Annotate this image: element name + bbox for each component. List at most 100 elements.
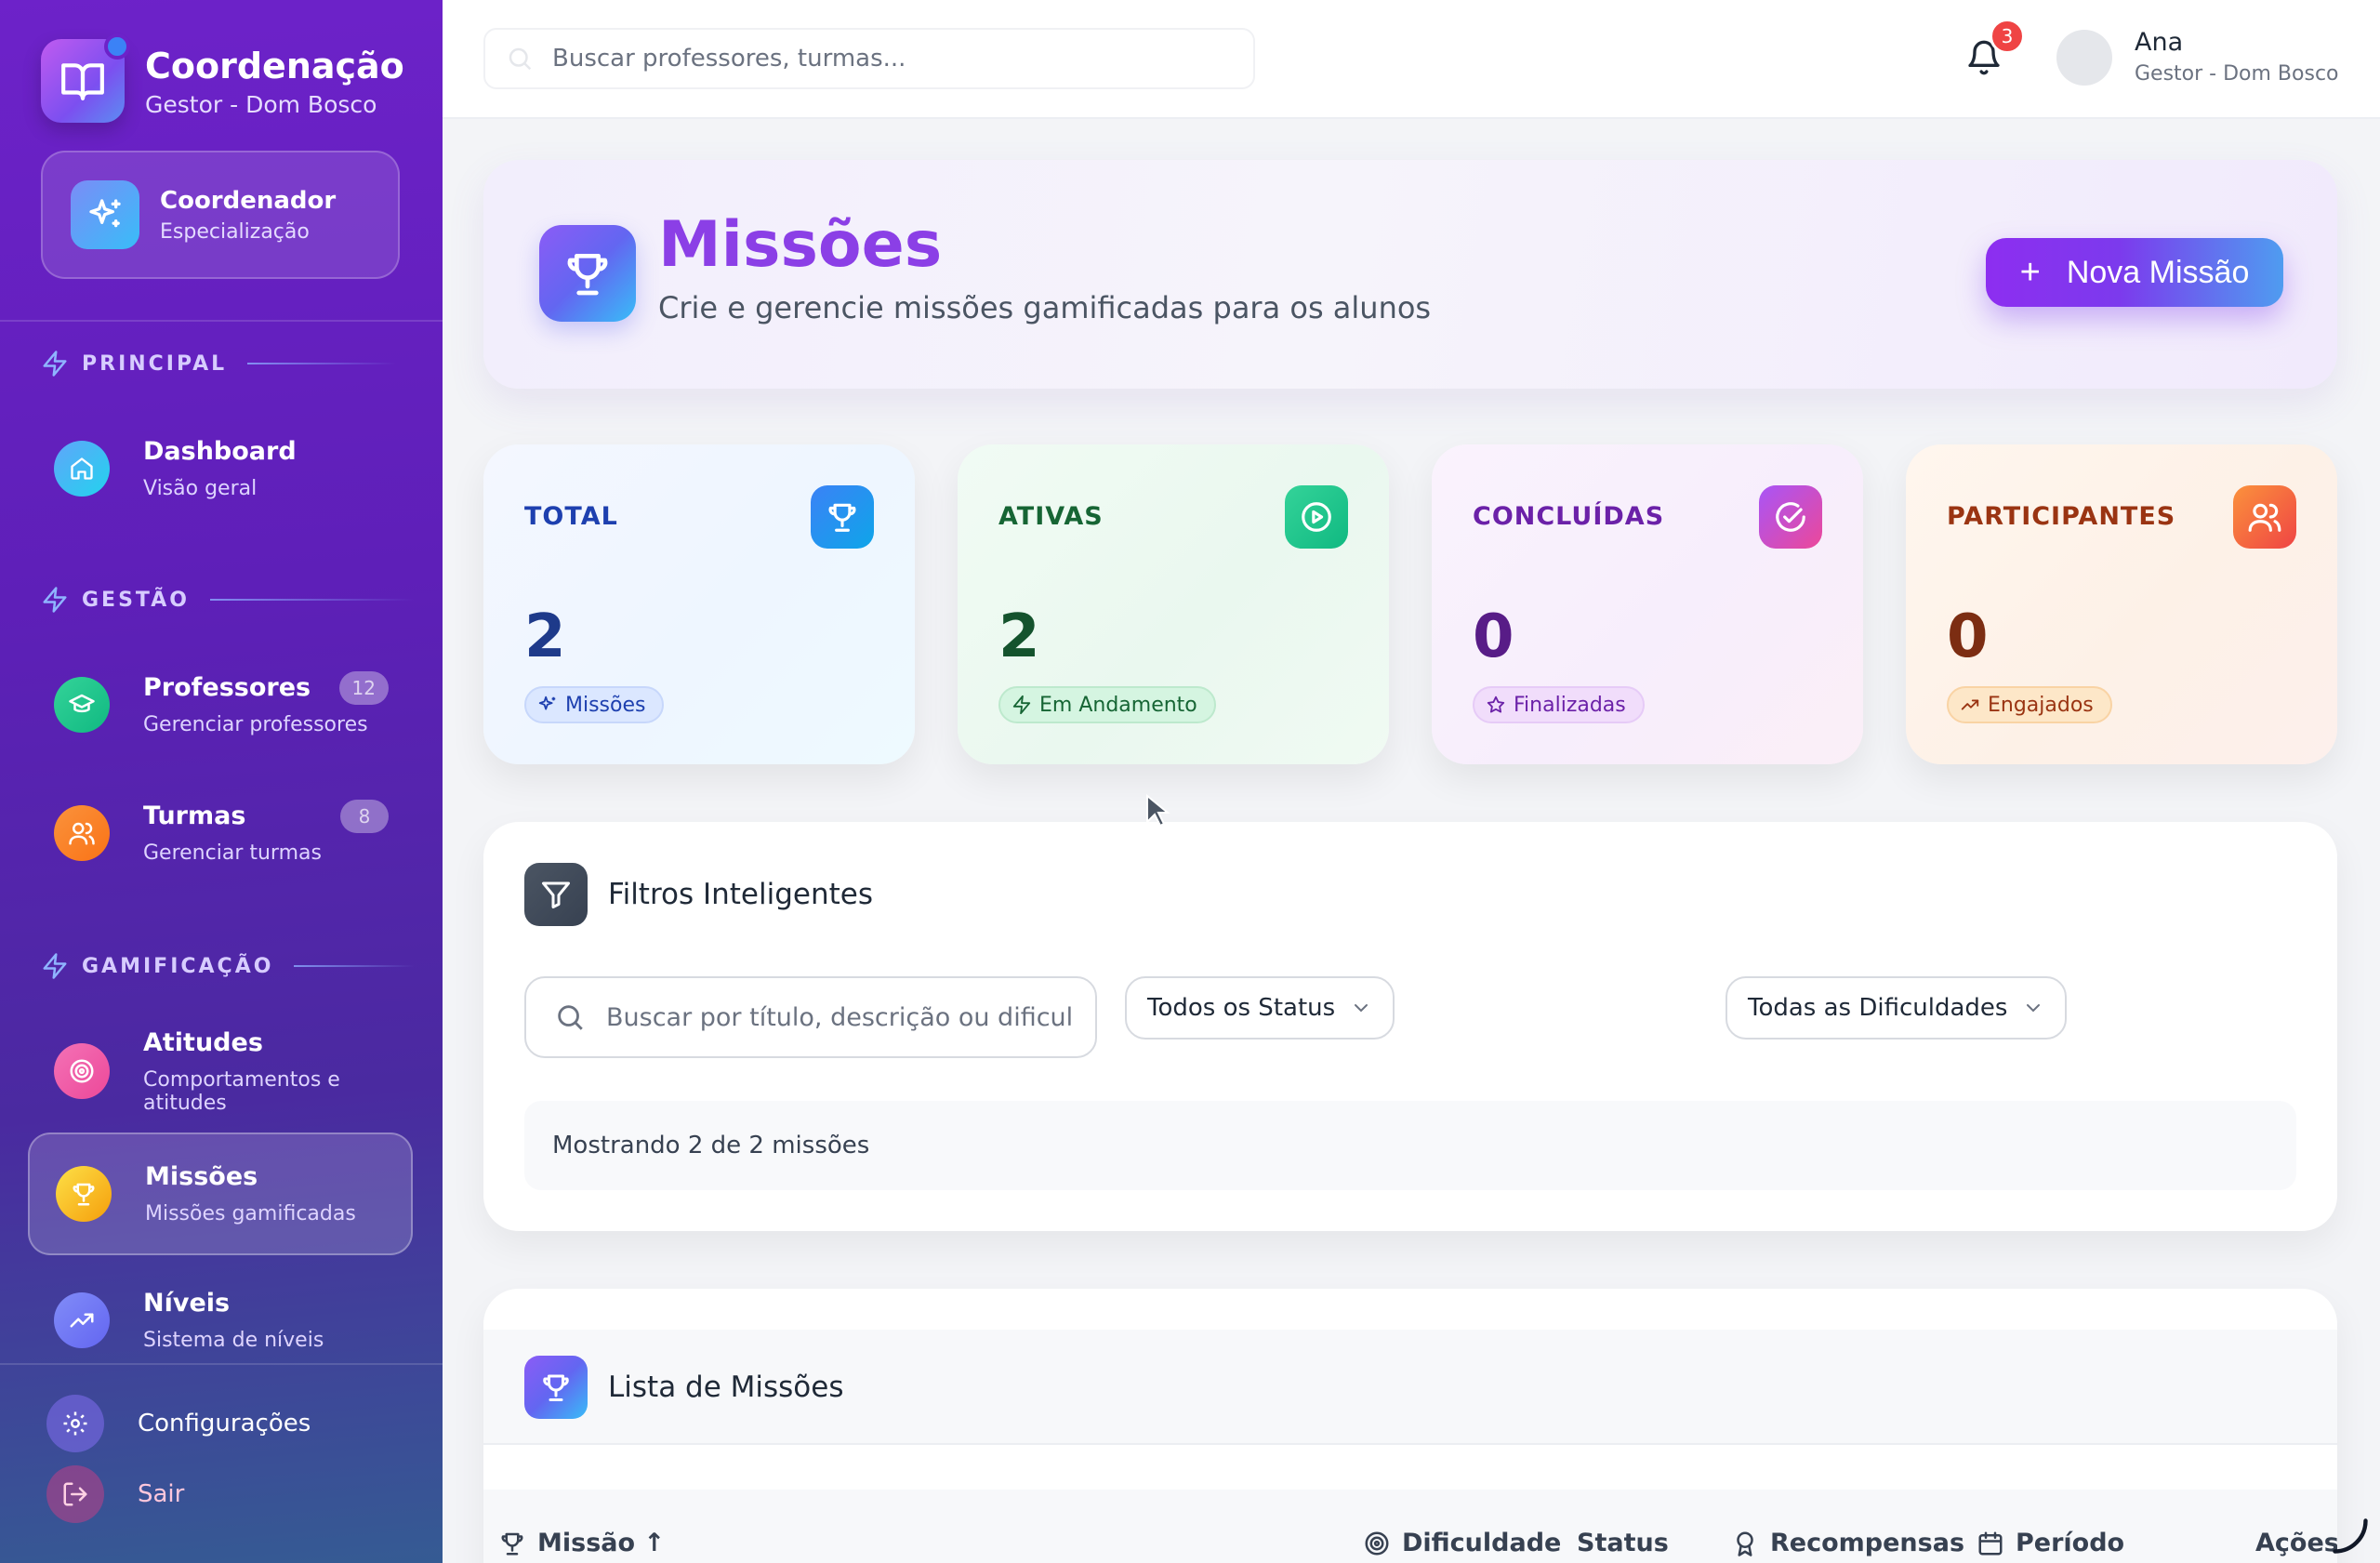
stat-card-ativas: ATIVAS 2 Em Andamento	[958, 444, 1389, 764]
role-subtitle: Especialização	[160, 219, 310, 244]
new-mission-label: Nova Missão	[2066, 254, 2250, 290]
column-header-status[interactable]: Status	[1577, 1529, 1669, 1557]
column-header-difficulty[interactable]: Dificuldade	[1363, 1529, 1561, 1557]
settings-button[interactable]: Configurações	[46, 1395, 311, 1452]
sidebar-item-label: Missões	[145, 1162, 258, 1191]
sidebar-item-sublabel: Visão geral	[143, 477, 258, 500]
stat-pill-label: Missões	[565, 693, 646, 717]
sidebar-item-sublabel: Comportamentos e atitudes	[143, 1067, 340, 1115]
zap-icon	[1012, 695, 1031, 715]
trophy-icon	[56, 1166, 112, 1222]
difficulty-select[interactable]: Todas as Dificuldades	[1726, 976, 2068, 1040]
column-label: Dificuldade	[1402, 1529, 1562, 1557]
section-label-text: PRINCIPAL	[82, 351, 228, 376]
column-header-mission[interactable]: Missão ↑	[498, 1529, 665, 1557]
search-input[interactable]	[552, 45, 1203, 73]
sidebar-item-atitudes[interactable]: Atitudes Comportamentos e atitudes	[28, 1010, 413, 1133]
column-label: Ações	[2255, 1529, 2337, 1557]
home-icon	[54, 441, 110, 497]
chevron-down-icon	[2027, 1004, 2041, 1013]
logout-label: Sair	[138, 1480, 185, 1508]
section-label-gamificacao: GAMIFICAÇÃO	[41, 952, 416, 980]
section-label-gestao: GESTÃO	[41, 586, 415, 614]
stat-pill: Finalizadas	[1473, 686, 1645, 723]
list-title: Lista de Missões	[608, 1371, 844, 1404]
gear-icon	[46, 1395, 104, 1452]
stat-pill: Missões	[524, 686, 665, 723]
stat-card-total: TOTAL 2 Missões	[483, 444, 915, 764]
status-select[interactable]: Todos os Status	[1125, 976, 1395, 1040]
count-badge: 8	[340, 800, 389, 833]
trending-up-icon	[1961, 699, 1979, 710]
book-open-icon	[41, 33, 130, 123]
stat-label: PARTICIPANTES	[1947, 502, 2176, 531]
section-label-principal: PRINCIPAL	[41, 350, 397, 378]
search-icon	[509, 47, 532, 71]
sidebar-item-label: Turmas	[143, 801, 246, 830]
settings-label: Configurações	[138, 1410, 311, 1437]
sidebar-item-dashboard[interactable]: Dashboard Visão geral	[28, 407, 413, 530]
page-subtitle: Crie e gerencie missões gamificadas para…	[658, 290, 1432, 325]
role-card[interactable]: Coordenador Especialização	[41, 151, 400, 279]
sidebar-item-sublabel: Sistema de níveis	[143, 1329, 324, 1352]
mouse-cursor-icon	[1145, 794, 1171, 828]
trending-up-icon	[54, 1292, 110, 1348]
stat-pill: Em Andamento	[998, 686, 1216, 723]
sidebar-footer: Configurações Sair	[0, 1363, 443, 1563]
sidebar-item-professores[interactable]: Professores Gerenciar professores 12	[28, 643, 413, 766]
trophy-icon	[501, 1532, 523, 1555]
stat-pill: Engajados	[1947, 686, 2112, 723]
trophy-icon	[811, 485, 874, 549]
loading-spinner-icon	[2330, 1516, 2371, 1556]
sidebar-item-turmas[interactable]: Turmas Gerenciar turmas 8	[28, 772, 413, 894]
stat-pill-label: Engajados	[1988, 693, 2094, 717]
sidebar: Coordenação Gestor - Dom Bosco Coordenad…	[0, 0, 443, 1563]
stat-label: ATIVAS	[998, 502, 1104, 531]
top-header: 3 Ana Gestor - Dom Bosco	[443, 0, 2380, 119]
users-icon	[2233, 485, 2296, 549]
award-icon	[1737, 1531, 1753, 1556]
section-label-text: GAMIFICAÇÃO	[82, 954, 274, 978]
sidebar-item-label: Níveis	[143, 1289, 231, 1318]
filters-header: Filtros Inteligentes	[524, 863, 873, 926]
column-label: Missão ↑	[537, 1529, 666, 1557]
avatar[interactable]	[2056, 30, 2112, 86]
filters-title: Filtros Inteligentes	[608, 878, 874, 911]
count-badge: 12	[338, 671, 389, 705]
results-count: Mostrando 2 de 2 missões	[524, 1101, 2296, 1190]
brand-subtitle: Gestor - Dom Bosco	[145, 90, 377, 118]
mission-search[interactable]	[524, 976, 1097, 1058]
sidebar-item-sublabel: Gerenciar turmas	[143, 841, 322, 865]
list-header: Lista de Missões	[524, 1330, 844, 1445]
mission-search-input[interactable]	[606, 1002, 1071, 1032]
stat-pill-label: Em Andamento	[1039, 693, 1197, 717]
logout-icon	[46, 1465, 104, 1523]
user-menu[interactable]: Ana Gestor - Dom Bosco	[2135, 28, 2339, 86]
sidebar-item-missoes[interactable]: Missões Missões gamificadas	[28, 1133, 413, 1255]
global-search[interactable]	[483, 28, 1255, 89]
check-circle-icon	[1759, 485, 1822, 549]
column-header-period[interactable]: Período	[1977, 1529, 2124, 1557]
trophy-icon	[539, 225, 636, 322]
sparkles-icon	[538, 695, 556, 710]
page-hero: Missões Crie e gerencie missões gamifica…	[483, 160, 2337, 389]
filters-panel: Filtros Inteligentes Todos os Status Tod…	[483, 822, 2337, 1231]
column-label: Recompensas	[1770, 1529, 1965, 1557]
sidebar-item-sublabel: Missões gamificadas	[145, 1202, 356, 1225]
users-icon	[54, 805, 110, 861]
stat-label: CONCLUÍDAS	[1473, 502, 1665, 531]
stat-pill-label: Finalizadas	[1514, 693, 1626, 717]
page-title: Missões	[658, 208, 943, 282]
stat-value: 2	[524, 603, 566, 671]
notification-badge: 3	[1990, 19, 2025, 54]
play-circle-icon	[1285, 485, 1348, 549]
new-mission-button[interactable]: + Nova Missão	[1986, 238, 2283, 307]
role-title: Coordenador	[160, 186, 337, 215]
plus-icon: +	[2019, 253, 2041, 292]
column-label: Período	[2016, 1529, 2125, 1557]
column-header-rewards[interactable]: Recompensas	[1731, 1529, 1964, 1557]
brand: Coordenação Gestor - Dom Bosco	[41, 33, 404, 123]
stat-value: 0	[1947, 603, 1989, 671]
logout-button[interactable]: Sair	[46, 1465, 184, 1523]
trophy-icon	[524, 1356, 588, 1419]
